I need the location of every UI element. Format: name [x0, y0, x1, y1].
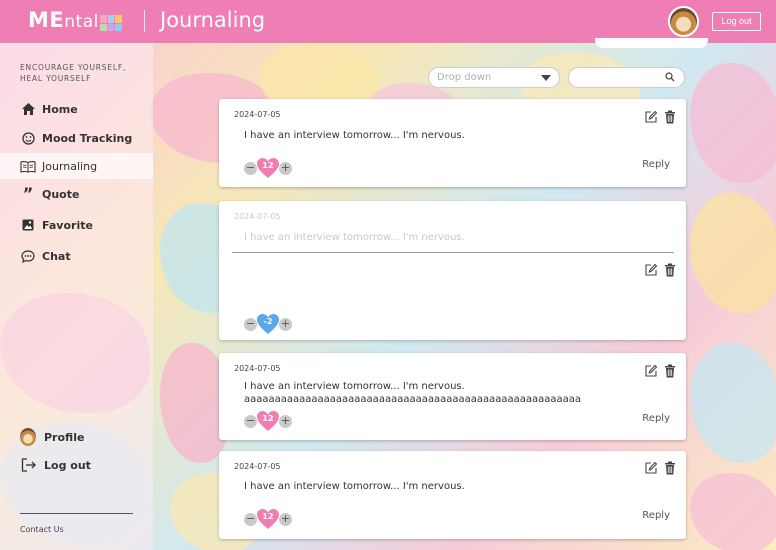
plus-icon[interactable]: +: [279, 512, 292, 526]
user-avatar[interactable]: [668, 6, 699, 37]
reply-button[interactable]: Reply: [642, 413, 670, 424]
journal-entry-card: 2024-07-05 I have an interview tomorrow.…: [219, 201, 686, 340]
vote-counter: − 12 +: [244, 157, 292, 179]
contact-us-link[interactable]: Contact Us: [20, 525, 64, 534]
book-icon: [20, 158, 36, 174]
vote-counter: − -2 +: [244, 313, 292, 335]
home-icon: [20, 101, 36, 117]
journal-entry-card: 2024-07-05 I have an interview tomorrow.…: [219, 353, 686, 440]
trash-icon[interactable]: [664, 363, 677, 378]
profile-avatar: [20, 428, 36, 446]
sidebar-item-profile[interactable]: Profile: [0, 424, 153, 450]
journal-entry-card: 2024-07-05 I have an interview tomorrow.…: [219, 451, 686, 539]
tagline: ENCOURAGE YOURSELF, HEAL YOURSELF: [20, 63, 127, 83]
header-divider: [144, 10, 145, 32]
logo-squares-icon: [100, 15, 122, 31]
chat-icon: [20, 248, 36, 264]
dropdown-value: Drop down: [437, 72, 492, 83]
sidebar-item-mood-tracking[interactable]: Mood Tracking: [0, 125, 153, 151]
smile-icon: [20, 130, 36, 146]
entry-text: I have an interview tomorrow... I'm nerv…: [244, 232, 465, 243]
trash-icon[interactable]: [664, 460, 677, 475]
edit-icon[interactable]: [644, 109, 658, 123]
logout-icon: [20, 457, 36, 473]
sidebar-item-journaling[interactable]: Journaling: [0, 153, 153, 179]
page-title: Journaling: [160, 8, 266, 32]
plus-icon[interactable]: +: [279, 414, 292, 428]
reply-button[interactable]: Reply: [642, 510, 670, 521]
top-scroll-pill: [595, 38, 708, 48]
reply-button[interactable]: Reply: [642, 159, 670, 170]
entry-text-line2: aaaaaaaaaaaaaaaaaaaaaaaaaaaaaaaaaaaaaaaa…: [244, 394, 582, 405]
sidebar-item-home[interactable]: Home: [0, 96, 153, 122]
search-input[interactable]: [568, 67, 685, 88]
edit-icon[interactable]: [644, 262, 658, 276]
entry-date: 2024-07-05: [234, 212, 281, 221]
heart-count: 12: [262, 161, 274, 170]
sidebar: ENCOURAGE YOURSELF, HEAL YOURSELF Home M…: [0, 43, 153, 550]
caret-down-icon: [541, 75, 551, 81]
edit-icon[interactable]: [644, 363, 658, 377]
vote-counter: − 12 +: [244, 508, 292, 530]
sidebar-divider: [20, 513, 133, 514]
heart-icon[interactable]: 12: [256, 410, 280, 432]
heart-icon[interactable]: 12: [256, 157, 280, 179]
heart-count: -2: [263, 317, 273, 326]
heart-icon[interactable]: 12: [256, 508, 280, 530]
search-icon[interactable]: [665, 72, 675, 85]
top-bar: MEntal Journaling Log out: [0, 0, 776, 43]
plus-icon[interactable]: +: [279, 161, 292, 175]
trash-icon[interactable]: [664, 109, 677, 124]
edit-icon[interactable]: [644, 460, 658, 474]
entry-date: 2024-07-05: [234, 110, 281, 119]
entry-date: 2024-07-05: [234, 462, 281, 471]
entry-text: I have an interview tomorrow... I'm nerv…: [244, 381, 465, 392]
heart-count: 12: [262, 414, 274, 423]
plus-icon[interactable]: +: [279, 317, 292, 331]
logout-button[interactable]: Log out: [712, 12, 761, 31]
sidebar-item-chat[interactable]: Chat: [0, 243, 153, 269]
heart-count: 12: [262, 512, 274, 521]
reply-divider: [232, 252, 674, 253]
entry-text: I have an interview tomorrow... I'm nerv…: [244, 130, 465, 141]
trash-icon[interactable]: [664, 262, 677, 277]
entry-date: 2024-07-05: [234, 364, 281, 373]
sidebar-item-logout[interactable]: Log out: [0, 452, 153, 478]
vote-counter: − 12 +: [244, 410, 292, 432]
image-icon: [20, 217, 36, 233]
heart-icon[interactable]: -2: [256, 313, 280, 335]
app-logo[interactable]: MEntal: [28, 8, 99, 32]
sidebar-item-quote[interactable]: ” Quote: [0, 181, 153, 207]
quote-icon: ”: [22, 184, 34, 203]
entry-text: I have an interview tomorrow... I'm nerv…: [244, 481, 465, 492]
journal-entry-card: 2024-07-05 I have an interview tomorrow.…: [219, 99, 686, 187]
sidebar-item-favorite[interactable]: Favorite: [0, 212, 153, 238]
filter-dropdown[interactable]: Drop down: [428, 67, 560, 88]
